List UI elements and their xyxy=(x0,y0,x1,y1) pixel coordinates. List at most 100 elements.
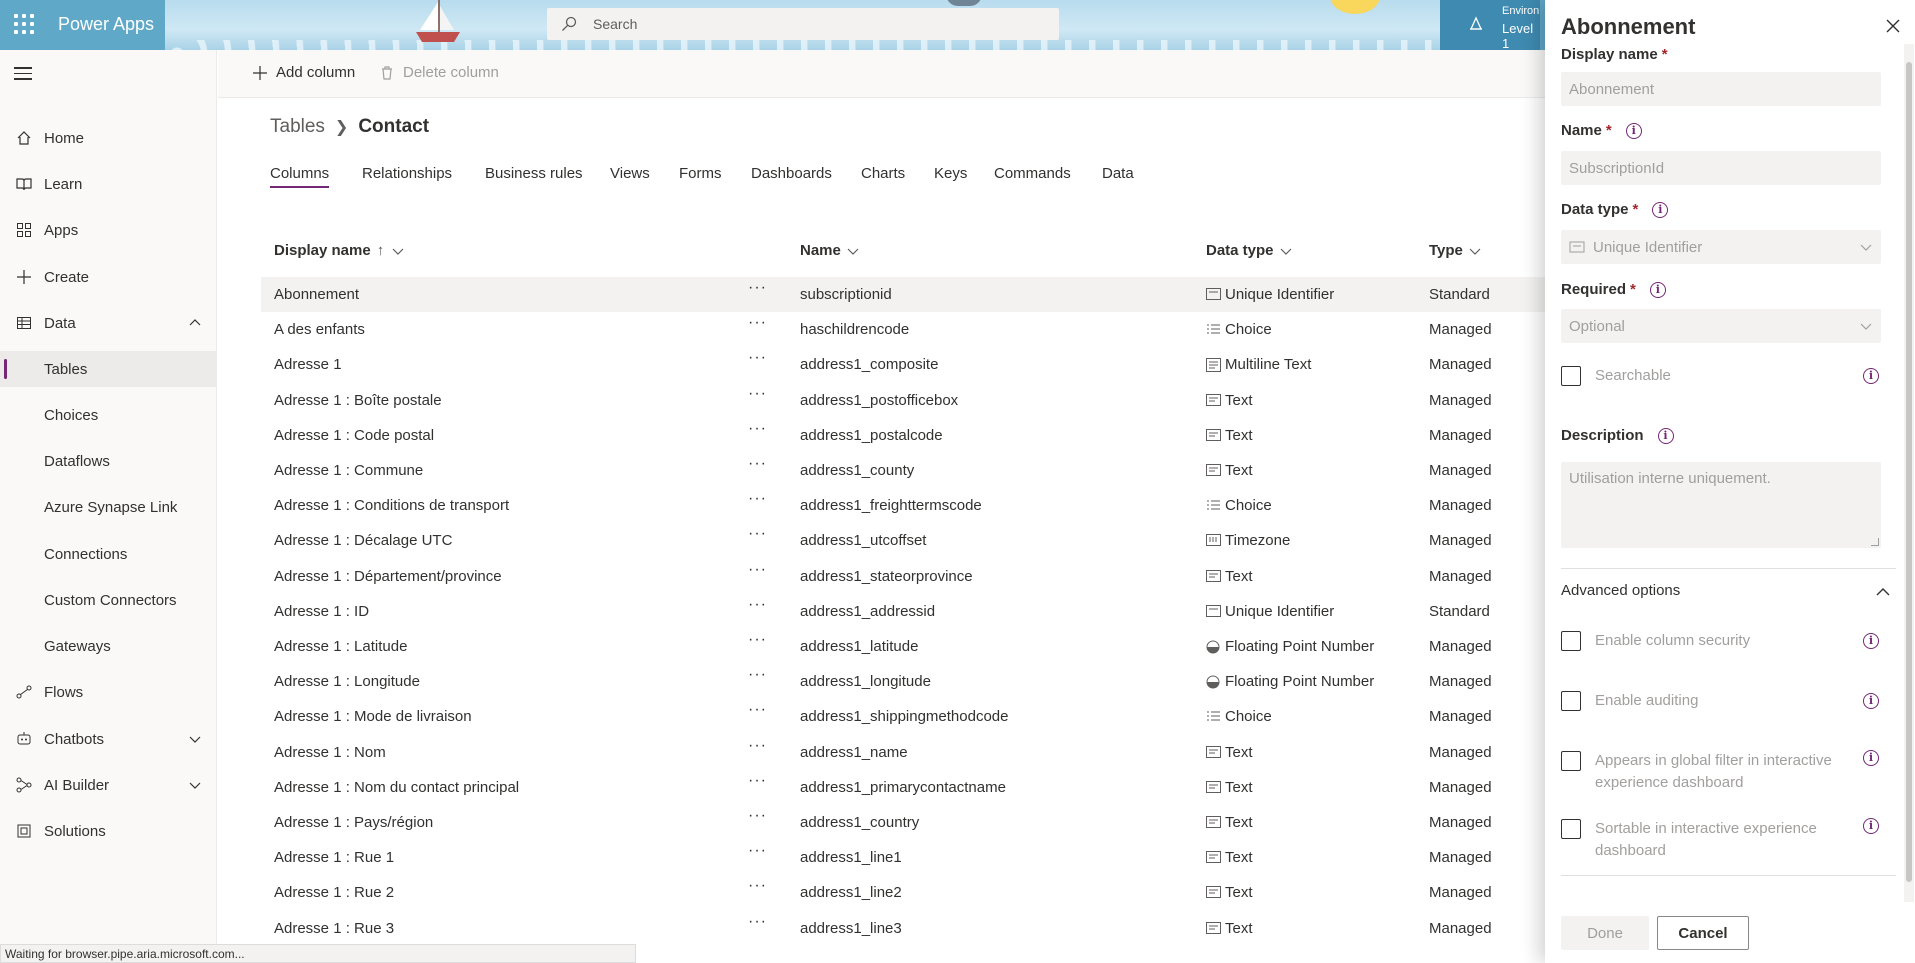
column-header-display-name[interactable]: Display name ↑ xyxy=(274,242,404,259)
nav-azure-synapse-link[interactable]: Azure Synapse Link xyxy=(0,489,216,525)
nav-gateways[interactable]: Gateways xyxy=(0,628,216,664)
table-row[interactable]: Abonnement ··· subscriptionid Unique Identi… xyxy=(261,277,1545,312)
column-header-type[interactable]: Type xyxy=(1429,242,1481,259)
hamburger-menu-icon[interactable] xyxy=(14,67,32,84)
nav-ai-builder[interactable]: AI Builder xyxy=(0,767,216,803)
tab-charts[interactable]: Charts xyxy=(861,165,905,182)
nav-apps[interactable]: Apps xyxy=(0,212,216,248)
table-row[interactable]: Adresse 1 : Rue 2 ··· address1_line2 Text Ma… xyxy=(261,875,1545,910)
table-row[interactable]: Adresse 1 : Conditions de transport ··· ad… xyxy=(261,488,1545,523)
auditing-checkbox[interactable] xyxy=(1561,691,1581,711)
nav-connections[interactable]: Connections xyxy=(0,536,216,572)
info-icon[interactable]: i xyxy=(1863,633,1879,649)
info-icon[interactable]: i xyxy=(1649,281,1666,298)
nav-dataflows[interactable]: Dataflows xyxy=(0,443,216,479)
row-display-name[interactable]: Adresse 1 : Nom du contact principal xyxy=(274,779,519,796)
info-icon[interactable]: i xyxy=(1625,122,1642,139)
chevron-down-icon[interactable] xyxy=(188,732,202,746)
tab-commands[interactable]: Commands xyxy=(994,165,1071,182)
row-display-name[interactable]: Adresse 1 : Mode de livraison xyxy=(274,708,472,725)
table-row[interactable]: Adresse 1 : Décalage UTC ··· address1_utco… xyxy=(261,523,1545,558)
table-row[interactable]: Adresse 1 : Département/province ··· addre… xyxy=(261,559,1545,594)
table-row[interactable]: Adresse 1 : Nom du contact principal ··· a… xyxy=(261,770,1545,805)
tab-data[interactable]: Data xyxy=(1102,165,1134,182)
table-row[interactable]: Adresse 1 : Code postal ··· address1_posta… xyxy=(261,418,1545,453)
more-options-icon[interactable]: ··· xyxy=(748,314,767,332)
more-options-icon[interactable]: ··· xyxy=(748,913,767,931)
row-display-name[interactable]: Adresse 1 : Commune xyxy=(274,462,423,479)
row-display-name[interactable]: Adresse 1 : Département/province xyxy=(274,568,502,585)
nav-home[interactable]: Home xyxy=(0,120,216,156)
nav-flows[interactable]: Flows xyxy=(0,674,216,710)
more-options-icon[interactable]: ··· xyxy=(748,349,767,367)
info-icon[interactable]: i xyxy=(1863,368,1879,384)
table-row[interactable]: Adresse 1 : Boîte postale ··· address1_pos… xyxy=(261,383,1545,418)
row-display-name[interactable]: Adresse 1 : Rue 3 xyxy=(274,920,394,937)
row-display-name[interactable]: Abonnement xyxy=(274,286,359,303)
info-icon[interactable]: i xyxy=(1652,201,1669,218)
chevron-up-icon[interactable] xyxy=(188,316,202,330)
panel-scrollbar[interactable] xyxy=(1904,44,1914,902)
more-options-icon[interactable]: ··· xyxy=(748,807,767,825)
required-dropdown[interactable]: Optional xyxy=(1561,309,1881,343)
tab-views[interactable]: Views xyxy=(610,165,650,182)
sortable-checkbox[interactable] xyxy=(1561,819,1581,839)
row-display-name[interactable]: Adresse 1 : Conditions de transport xyxy=(274,497,509,514)
row-display-name[interactable]: Adresse 1 : Longitude xyxy=(274,673,420,690)
table-row[interactable]: Adresse 1 : Mode de livraison ··· address1… xyxy=(261,699,1545,734)
table-row[interactable]: Adresse 1 : Rue 1 ··· address1_line1 Text Ma… xyxy=(261,840,1545,875)
more-options-icon[interactable]: ··· xyxy=(748,596,767,614)
breadcrumb-tables-link[interactable]: Tables xyxy=(270,116,325,138)
delete-column-button[interactable]: Delete column xyxy=(379,64,499,81)
chevron-down-icon[interactable] xyxy=(188,778,202,792)
done-button[interactable]: Done xyxy=(1561,916,1649,950)
table-row[interactable]: Adresse 1 : Pays/région ··· address1_count… xyxy=(261,805,1545,840)
more-options-icon[interactable]: ··· xyxy=(748,490,767,508)
table-row[interactable]: Adresse 1 : ID ··· address1_addressid Uniqu… xyxy=(261,594,1545,629)
row-display-name[interactable]: A des enfants xyxy=(274,321,365,338)
info-icon[interactable]: i xyxy=(1657,427,1674,444)
nav-custom-connectors[interactable]: Custom Connectors xyxy=(0,582,216,618)
more-options-icon[interactable]: ··· xyxy=(748,701,767,719)
nav-create[interactable]: Create xyxy=(0,259,216,295)
nav-choices[interactable]: Choices xyxy=(0,397,216,433)
advanced-options-toggle[interactable]: Advanced options xyxy=(1561,582,1680,599)
column-header-name[interactable]: Name xyxy=(800,242,859,259)
nav-learn[interactable]: Learn xyxy=(0,166,216,202)
more-options-icon[interactable]: ··· xyxy=(748,279,767,297)
more-options-icon[interactable]: ··· xyxy=(748,842,767,860)
name-field[interactable]: SubscriptionId xyxy=(1561,151,1881,185)
tab-business-rules[interactable]: Business rules xyxy=(485,165,583,182)
scrollbar-thumb[interactable] xyxy=(1906,62,1912,882)
row-display-name[interactable]: Adresse 1 : Code postal xyxy=(274,427,434,444)
tab-columns[interactable]: Columns xyxy=(270,165,330,188)
nav-chatbots[interactable]: Chatbots xyxy=(0,721,216,757)
app-launcher-icon[interactable] xyxy=(14,14,34,34)
more-options-icon[interactable]: ··· xyxy=(748,666,767,684)
row-display-name[interactable]: Adresse 1 : Rue 1 xyxy=(274,849,394,866)
table-row[interactable]: Adresse 1 : Rue 3 ··· address1_line3 Text Ma… xyxy=(261,911,1545,946)
table-row[interactable]: Adresse 1 : Longitude ··· address1_longitu… xyxy=(261,664,1545,699)
chevron-down-icon[interactable] xyxy=(847,245,859,257)
description-textarea[interactable]: Utilisation interne uniquement. xyxy=(1561,462,1881,548)
row-display-name[interactable]: Adresse 1 : Nom xyxy=(274,744,386,761)
more-options-icon[interactable]: ··· xyxy=(748,525,767,543)
more-options-icon[interactable]: ··· xyxy=(748,561,767,579)
info-icon[interactable]: i xyxy=(1863,693,1879,709)
tab-dashboards[interactable]: Dashboards xyxy=(751,165,832,182)
more-options-icon[interactable]: ··· xyxy=(748,737,767,755)
chevron-down-icon[interactable] xyxy=(1469,245,1481,257)
table-row[interactable]: Adresse 1 : Commune ··· address1_county Tex… xyxy=(261,453,1545,488)
more-options-icon[interactable]: ··· xyxy=(748,385,767,403)
column-security-checkbox[interactable] xyxy=(1561,631,1581,651)
nav-tables[interactable]: Tables xyxy=(0,351,216,387)
table-row[interactable]: Adresse 1 ··· address1_composite Multiline … xyxy=(261,347,1545,382)
row-display-name[interactable]: Adresse 1 : Décalage UTC xyxy=(274,532,452,549)
more-options-icon[interactable]: ··· xyxy=(748,772,767,790)
nav-data[interactable]: Data xyxy=(0,305,216,341)
nav-solutions[interactable]: Solutions xyxy=(0,813,216,849)
environment-selector[interactable]: Environ Level 1 xyxy=(1440,0,1540,50)
add-column-button[interactable]: Add column xyxy=(252,64,355,81)
info-icon[interactable]: i xyxy=(1863,750,1879,766)
row-display-name[interactable]: Adresse 1 : ID xyxy=(274,603,369,620)
